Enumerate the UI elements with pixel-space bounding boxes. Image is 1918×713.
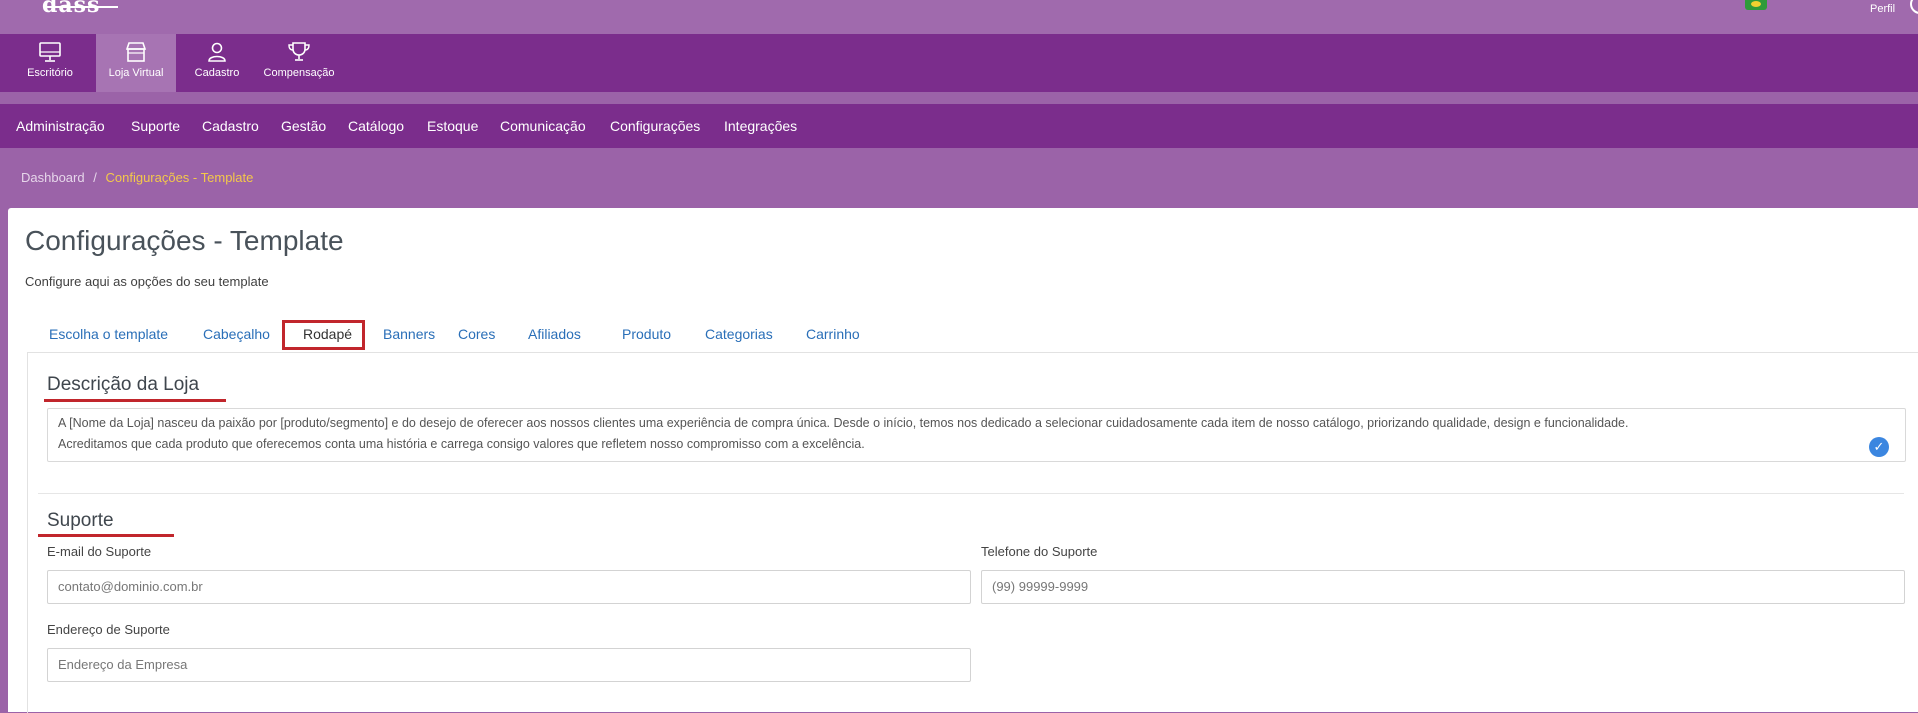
menu-administracao[interactable]: Administração bbox=[16, 118, 105, 134]
telefone-field[interactable]: (99) 99999-9999 bbox=[981, 570, 1905, 604]
tab-rodape[interactable]: Rodapé bbox=[303, 326, 352, 342]
section-title-suporte: Suporte bbox=[47, 510, 114, 531]
section-divider bbox=[38, 493, 1904, 494]
menu-cadastro[interactable]: Cadastro bbox=[202, 118, 259, 134]
menu-catalogo[interactable]: Catálogo bbox=[348, 118, 404, 134]
breadcrumb-current: Configurações - Template bbox=[105, 170, 254, 185]
profile-link[interactable]: Perfil bbox=[1870, 3, 1895, 15]
check-icon: ✓ bbox=[1869, 437, 1889, 457]
tab-banners[interactable]: Banners bbox=[383, 326, 435, 342]
profile-avatar-icon[interactable] bbox=[1910, 0, 1918, 14]
module-label: Compensação bbox=[263, 67, 335, 79]
tab-cores[interactable]: Cores bbox=[458, 326, 495, 342]
annotation-underline bbox=[38, 534, 174, 537]
module-label: Loja Virtual bbox=[108, 67, 164, 79]
breadcrumb: Dashboard / Configurações - Template bbox=[21, 170, 253, 185]
tab-categorias[interactable]: Categorias bbox=[705, 326, 773, 342]
menu-integracoes[interactable]: Integrações bbox=[724, 118, 797, 134]
tab-escolha-template[interactable]: Escolha o template bbox=[49, 326, 168, 342]
tab-carrinho[interactable]: Carrinho bbox=[806, 326, 860, 342]
module-bar: Escritório Loja Virtual Cadastro Compens… bbox=[0, 34, 1918, 92]
menu-gestao[interactable]: Gestão bbox=[281, 118, 326, 134]
module-loja-virtual[interactable]: Loja Virtual bbox=[96, 34, 176, 92]
menu-configuracoes[interactable]: Configurações bbox=[610, 118, 700, 134]
menu-suporte[interactable]: Suporte bbox=[131, 118, 180, 134]
user-icon bbox=[208, 42, 226, 62]
breadcrumb-dashboard[interactable]: Dashboard bbox=[21, 170, 85, 185]
menu-estoque[interactable]: Estoque bbox=[427, 118, 478, 134]
tab-cabecalho[interactable]: Cabeçalho bbox=[203, 326, 270, 342]
menu-comunicacao[interactable]: Comunicação bbox=[500, 118, 586, 134]
storefront-icon bbox=[125, 42, 147, 62]
descricao-textarea[interactable]: A [Nome da Loja] nasceu da paixão por [p… bbox=[47, 408, 1906, 462]
section-title-descricao: Descrição da Loja bbox=[47, 374, 200, 395]
brand-logo[interactable]: dass bbox=[42, 0, 100, 18]
separator-strip bbox=[0, 92, 1918, 104]
module-compensacao[interactable]: Compensação bbox=[258, 34, 340, 92]
email-label: E-mail do Suporte bbox=[47, 544, 152, 559]
module-label: Escritório bbox=[27, 67, 73, 79]
endereco-label: Endereço de Suporte bbox=[47, 622, 170, 637]
tab-afiliados[interactable]: Afiliados bbox=[528, 326, 581, 342]
top-brand-bar: dass Perfil bbox=[0, 0, 1918, 34]
module-escritorio[interactable]: Escritório bbox=[18, 34, 82, 92]
page-title: Configurações - Template bbox=[25, 225, 344, 256]
logo-underline bbox=[46, 6, 118, 8]
monitor-icon bbox=[39, 42, 61, 62]
descricao-text-line: Acreditamos que cada produto que oferece… bbox=[58, 437, 865, 451]
breadcrumb-separator: / bbox=[93, 170, 97, 185]
email-field[interactable]: contato@dominio.com.br bbox=[47, 570, 971, 604]
annotation-underline bbox=[44, 399, 226, 402]
template-tabs: Escolha o template Cabeçalho Rodapé Bann… bbox=[25, 320, 1918, 352]
descricao-text-line: A [Nome da Loja] nasceu da paixão por [p… bbox=[58, 416, 1629, 430]
module-cadastro[interactable]: Cadastro bbox=[189, 34, 245, 92]
telefone-label: Telefone do Suporte bbox=[981, 544, 1098, 559]
endereco-field[interactable]: Endereço da Empresa bbox=[47, 648, 971, 682]
module-label: Cadastro bbox=[194, 67, 240, 79]
tab-produto[interactable]: Produto bbox=[622, 326, 671, 342]
main-menu-bar: Administração Suporte Cadastro Gestão Ca… bbox=[0, 104, 1918, 148]
page-subtitle: Configure aqui as opções do seu template bbox=[25, 274, 269, 289]
trophy-icon bbox=[288, 42, 310, 61]
brazil-flag-icon[interactable] bbox=[1745, 0, 1767, 10]
